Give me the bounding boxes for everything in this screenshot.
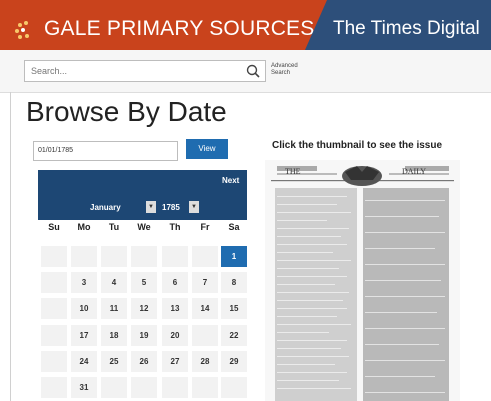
calendar-day-cell[interactable]: 7 — [192, 272, 218, 293]
header-bar: GALE PRIMARY SOURCES The Times Digital — [0, 0, 491, 50]
month-dropdown-icon[interactable]: ▼ — [146, 201, 156, 213]
calendar-day-cell[interactable]: 5 — [131, 272, 157, 293]
calendar-day-cell[interactable]: 6 — [162, 272, 188, 293]
weekday-label: Tu — [108, 222, 120, 232]
calendar-day-cell[interactable]: 11 — [101, 298, 127, 319]
calendar-day-cell — [41, 272, 67, 293]
calendar-day-cell[interactable]: 26 — [131, 351, 157, 372]
calendar-day-cell — [71, 246, 97, 267]
brand-name[interactable]: GALE PRIMARY SOURCES — [44, 17, 314, 41]
calendar-day-cell — [162, 377, 188, 398]
weekday-label: Sa — [228, 222, 240, 232]
year-select[interactable]: 1785 — [162, 203, 180, 212]
search-icon[interactable] — [245, 63, 261, 79]
weekday-label: Th — [169, 222, 181, 232]
calendar-day-cell[interactable]: 15 — [221, 298, 247, 319]
search-input[interactable] — [24, 60, 266, 82]
calendar-day-cell[interactable]: 31 — [71, 377, 97, 398]
page-title: Browse By Date — [26, 96, 227, 127]
calendar-day-cell[interactable]: 29 — [221, 351, 247, 372]
calendar-day-cell — [41, 298, 67, 319]
calendar-day-cell[interactable]: 8 — [221, 272, 247, 293]
page: GALE PRIMARY SOURCES The Times Digital A… — [0, 0, 491, 401]
advanced-search-link[interactable]: Advanced Search — [271, 63, 298, 77]
view-button[interactable]: View — [186, 139, 228, 159]
calendar-day-cell — [101, 246, 127, 267]
calendar-day-cell — [41, 351, 67, 372]
month-select[interactable]: January — [90, 203, 121, 212]
calendar-day-cell — [192, 325, 218, 346]
calendar-day-cell[interactable]: 24 — [71, 351, 97, 372]
year-dropdown-icon[interactable]: ▼ — [189, 201, 199, 213]
calendar-day-cell[interactable]: 20 — [162, 325, 188, 346]
calendar-day-cell — [192, 246, 218, 267]
calendar-day-cell[interactable]: 13 — [162, 298, 188, 319]
calendar-header — [38, 170, 247, 220]
calendar-day-cell — [192, 377, 218, 398]
calendar-day-cell — [41, 325, 67, 346]
calendar-day-cell[interactable]: 22 — [221, 325, 247, 346]
advanced-search-line1: Advanced — [271, 63, 298, 69]
weekday-label: We — [137, 222, 151, 232]
calendar-day-cell — [221, 377, 247, 398]
calendar-day-cell[interactable]: 27 — [162, 351, 188, 372]
advanced-search-line2: Search — [271, 70, 291, 76]
date-input[interactable]: 01/01/1785 — [33, 141, 178, 161]
gale-logo-icon — [15, 21, 29, 39]
weekday-label: Mo — [77, 222, 91, 232]
thumbnail-title-left: THE — [285, 167, 301, 176]
calendar-day-cell[interactable]: 19 — [131, 325, 157, 346]
weekday-label: Fr — [200, 222, 210, 232]
calendar-day-cell[interactable]: 17 — [71, 325, 97, 346]
newspaper-thumbnail[interactable] — [265, 160, 460, 401]
calendar-day-cell[interactable]: 3 — [71, 272, 97, 293]
weekday-label: Su — [48, 222, 60, 232]
calendar-day-cell[interactable]: 10 — [71, 298, 97, 319]
product-name[interactable]: The Times Digital — [333, 18, 480, 40]
calendar-day-cell[interactable]: 12 — [131, 298, 157, 319]
calendar-day-cell[interactable]: 1 — [221, 246, 247, 267]
calendar-day-cell — [101, 377, 127, 398]
calendar-day-cell — [41, 246, 67, 267]
calendar-day-cell[interactable]: 14 — [192, 298, 218, 319]
calendar-day-cell — [131, 246, 157, 267]
calendar-day-cell[interactable]: 28 — [192, 351, 218, 372]
calendar-day-cell — [131, 377, 157, 398]
calendar-day-cell — [162, 246, 188, 267]
calendar-day-cell[interactable]: 18 — [101, 325, 127, 346]
calendar-day-cell[interactable]: 25 — [101, 351, 127, 372]
next-month-link[interactable]: Next — [222, 176, 239, 185]
thumbnail-title-right: DAILY — [402, 167, 427, 176]
left-divider — [10, 92, 11, 401]
thumbnail-caption: Click the thumbnail to see the issue — [272, 140, 443, 151]
calendar-day-cell — [41, 377, 67, 398]
calendar-day-cell[interactable]: 4 — [101, 272, 127, 293]
